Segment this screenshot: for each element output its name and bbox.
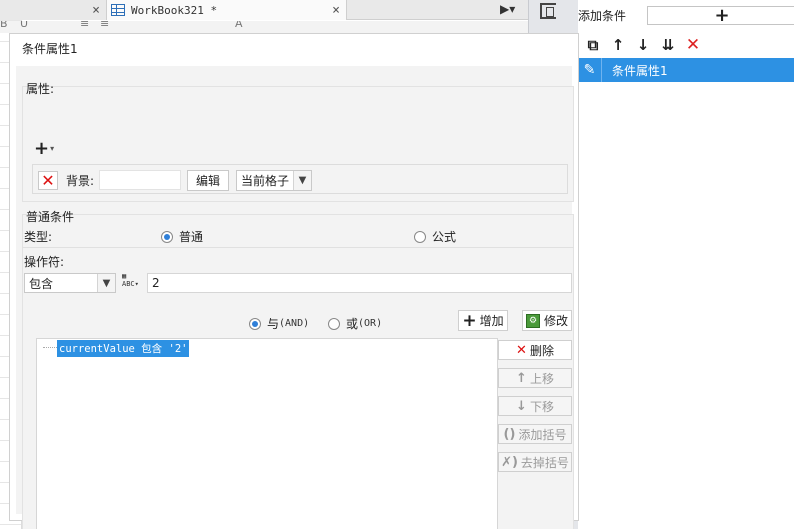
delete-icon: ✕ xyxy=(516,342,527,358)
add-condition-title: 添加条件 xyxy=(578,8,627,23)
tab-menu-icon[interactable]: ▶▾ xyxy=(500,2,515,16)
radio-unchecked-icon xyxy=(414,230,426,243)
move-down-label: 下移 xyxy=(529,399,554,414)
underline-icon[interactable]: U xyxy=(20,21,28,30)
move-up-button[interactable]: ↑ 上移 xyxy=(498,368,572,388)
modify-button[interactable]: ⚙ 修改 xyxy=(522,310,572,331)
remove-bracket-label: 去掉括号 xyxy=(520,455,569,470)
condition-tree[interactable]: currentValue 包含 '2' xyxy=(36,338,498,529)
radio-unchecked-icon xyxy=(328,317,340,330)
remove-property-icon[interactable]: ✕ xyxy=(38,171,58,190)
type-normal-label: 普通 xyxy=(179,230,204,244)
copy-icon[interactable]: ⧉ xyxy=(584,36,602,54)
add-condition-button[interactable]: + xyxy=(647,6,794,25)
operator-select-value: 包含 xyxy=(29,276,54,291)
delete-icon[interactable]: ✕ xyxy=(684,35,702,55)
condition-list-item[interactable]: ✎ 条件属性1 xyxy=(578,58,794,82)
tree-connector xyxy=(43,347,57,348)
value-type-icon[interactable]: ▦ ABC▾ xyxy=(122,272,142,292)
bracket-icon: () xyxy=(503,426,516,442)
plus-icon: + xyxy=(34,137,50,159)
type-normal-radio[interactable]: 普通 xyxy=(161,228,203,245)
chevron-down-icon: ▼ xyxy=(293,171,311,190)
move-bottom-icon[interactable]: ⇊ xyxy=(659,36,677,54)
scope-select-value: 当前格子 xyxy=(241,174,290,188)
arrow-up-icon: ↑ xyxy=(516,370,527,386)
workbook-icon xyxy=(111,4,125,16)
logic-or-suffix: (OR) xyxy=(358,318,383,329)
condition-list-toolbar: ⧉ ↑ ↓ ⇊ ✕ xyxy=(578,33,794,57)
type-formula-radio[interactable]: 公式 xyxy=(414,228,456,245)
add-bracket-button[interactable]: () 添加括号 xyxy=(498,424,572,444)
close-tab-icon[interactable]: × xyxy=(332,3,340,18)
arrow-up-icon[interactable]: ↑ xyxy=(609,36,627,54)
edit-button[interactable]: 编辑 xyxy=(187,170,229,191)
gear-icon: ⚙ xyxy=(525,313,540,328)
delete-label: 删除 xyxy=(529,343,554,358)
dialog-title: 条件属性1 xyxy=(22,42,78,56)
condition-property-dialog: 条件属性1 属性: + ▾ ✕ 背景: 编辑 当前格子 ▼ 普通条件 类型: 普通 xyxy=(10,34,578,529)
tab-previous-workbook[interactable]: × xyxy=(0,0,107,20)
background-label: 背景: xyxy=(66,174,95,188)
add-bracket-label: 添加括号 xyxy=(518,427,567,442)
tab-strip: × WorkBook321 * × ▶▾ xyxy=(0,0,528,20)
logic-and-radio[interactable]: 与 (AND) xyxy=(249,315,309,332)
align-icon[interactable]: ≡ xyxy=(100,21,109,30)
pencil-icon: ✎ xyxy=(578,58,602,82)
tab-label: WorkBook321 * xyxy=(131,3,218,17)
align-icon[interactable]: ≡ xyxy=(80,21,89,30)
logic-or-radio[interactable]: 或 (OR) xyxy=(328,315,382,332)
add-label: 增加 xyxy=(479,314,504,328)
bold-icon[interactable]: B xyxy=(0,21,8,30)
move-down-button[interactable]: ↓ 下移 xyxy=(498,396,572,416)
condition-list-pane: 添加条件 + ⧉ ↑ ↓ ⇊ ✕ ✎ 条件属性1 xyxy=(578,0,794,529)
dropdown-arrow-icon: ▾ xyxy=(50,143,55,153)
radio-checked-icon xyxy=(249,317,261,330)
scope-select[interactable]: 当前格子 ▼ xyxy=(236,170,312,191)
logic-or-label: 或 xyxy=(346,317,359,331)
add-property-menu[interactable]: + ▾ xyxy=(34,137,62,159)
tab-workbook321[interactable]: WorkBook321 * × xyxy=(107,0,347,20)
divider xyxy=(22,247,574,248)
add-condition-item-button[interactable]: + 增加 xyxy=(458,310,508,331)
chevron-down-icon: ▼ xyxy=(97,274,115,292)
logic-and-suffix: (AND) xyxy=(279,318,310,329)
delete-condition-button[interactable]: ✕ 删除 xyxy=(498,340,572,360)
logic-and-label: 与 xyxy=(267,317,280,331)
font-color-icon[interactable]: A xyxy=(235,21,243,30)
condition-item-label: 条件属性1 xyxy=(612,63,668,78)
properties-label: 属性: xyxy=(26,82,55,96)
dialog-body: 属性: + ▾ ✕ 背景: 编辑 当前格子 ▼ 普通条件 类型: 普通 公式 操作… xyxy=(16,66,574,529)
move-up-label: 上移 xyxy=(529,371,554,386)
operator-label: 操作符: xyxy=(24,255,65,269)
arrow-down-icon: ↓ xyxy=(516,398,527,414)
plus-icon: + xyxy=(462,310,477,331)
remove-bracket-button[interactable]: ✗) 去掉括号 xyxy=(498,452,572,472)
remove-bracket-icon: ✗) xyxy=(501,454,518,470)
condition-list: ✎ 条件属性1 xyxy=(578,58,794,82)
modify-label: 修改 xyxy=(543,314,568,328)
arrow-down-icon[interactable]: ↓ xyxy=(634,36,652,54)
background-value-field[interactable] xyxy=(99,170,181,190)
operator-select[interactable]: 包含 ▼ xyxy=(24,273,116,293)
type-formula-label: 公式 xyxy=(432,230,457,244)
type-label: 类型: xyxy=(24,230,53,244)
panel-toggle-icon[interactable] xyxy=(540,3,556,19)
toolbar-strip: B U ≡ ≡ A xyxy=(0,21,528,33)
condition-tree-node[interactable]: currentValue 包含 '2' xyxy=(57,340,190,357)
condition-value-field[interactable]: 2 xyxy=(147,273,572,293)
radio-checked-icon xyxy=(161,230,173,243)
normal-condition-label: 普通条件 xyxy=(26,210,75,224)
background-property-row: ✕ 背景: 编辑 当前格子 ▼ xyxy=(32,164,568,194)
close-tab-icon[interactable]: × xyxy=(92,3,100,18)
